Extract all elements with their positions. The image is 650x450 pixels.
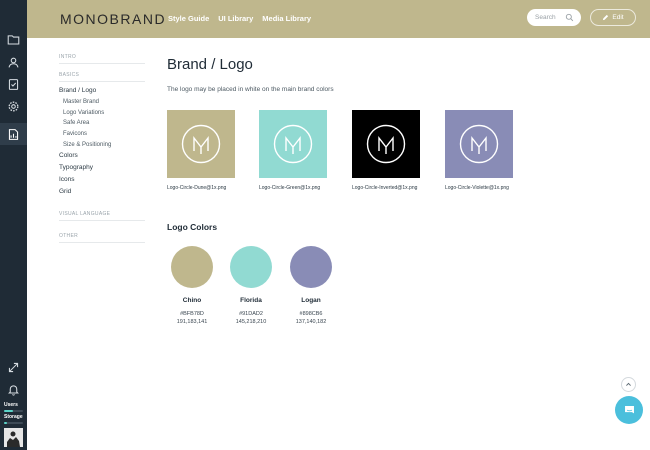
sidebar-item-icons[interactable]: Icons (59, 174, 145, 186)
logo-caption-dune: Logo-Circle-Dune@1x.png (167, 185, 227, 191)
rail-checklist-button[interactable] (0, 73, 27, 95)
sidebar-subitem-size-positioning[interactable]: Size & Positioning (59, 140, 145, 151)
chat-launcher-button[interactable] (615, 396, 643, 424)
storage-progress (4, 422, 23, 424)
color-name-chino: Chino (182, 297, 202, 304)
sidebar-item-typography[interactable]: Typography (59, 162, 145, 174)
rail-expand-button[interactable] (0, 356, 27, 378)
chat-icon (624, 405, 634, 413)
bell-icon (8, 384, 19, 396)
sidebar-subitem-safe-area[interactable]: Safe Area (59, 118, 145, 129)
logo-colors-heading: Logo Colors (167, 222, 218, 232)
sidebar-section-intro[interactable]: INTRO (59, 54, 145, 64)
page-description: The logo may be placed in white on the m… (167, 86, 334, 93)
main-content: Brand / Logo The logo may be placed in w… (167, 0, 637, 450)
color-rgb-chino: 191,183,141 (176, 319, 208, 325)
color-hex-logan: #898CB6 (299, 311, 323, 317)
rail-notifications-button[interactable] (0, 378, 27, 400)
color-swatch-logan[interactable] (290, 246, 332, 288)
color-hex-florida: #91DAD2 (239, 311, 263, 317)
avatar[interactable] (4, 428, 23, 447)
monobrand-logo-icon (366, 124, 406, 164)
storage-label: Storage (4, 414, 23, 420)
users-progress (4, 410, 23, 412)
styleguide-sidebar: INTRO BASICS Brand / Logo Master Brand L… (59, 54, 145, 249)
rail-settings-button[interactable] (0, 95, 27, 117)
logo-card-violette[interactable] (445, 110, 513, 178)
logo-caption-inverted: Logo-Circle-Inverted@1x.png (352, 185, 418, 191)
color-swatch-florida[interactable] (230, 246, 272, 288)
logo-card-green[interactable] (259, 110, 327, 178)
chart-document-icon (8, 128, 19, 140)
app-rail: Users Storage (0, 0, 27, 450)
sidebar-subitem-favicons[interactable]: Favicons (59, 129, 145, 140)
monobrand-logo-icon (273, 124, 313, 164)
monobrand-logo-icon (181, 124, 221, 164)
logo-card-inverted[interactable] (352, 110, 420, 178)
color-name-florida: Florida (240, 297, 262, 304)
rail-styleguide-button[interactable] (0, 123, 27, 145)
color-swatch-chino[interactable] (171, 246, 213, 288)
color-name-logan: Logan (301, 297, 321, 304)
sidebar-subitem-master-brand[interactable]: Master Brand (59, 97, 145, 108)
rail-user-button[interactable] (0, 51, 27, 73)
color-rgb-logan: 137,140,182 (295, 319, 327, 325)
sidebar-section-other[interactable]: OTHER (59, 233, 145, 244)
brand-logo[interactable]: MONOBRAND (60, 11, 166, 27)
logo-card-dune[interactable] (167, 110, 235, 178)
sidebar-section-basics[interactable]: BASICS (59, 72, 145, 82)
users-label: Users (4, 402, 18, 408)
sidebar-item-brand-logo[interactable]: Brand / Logo (59, 85, 145, 97)
scroll-to-top-button[interactable] (621, 377, 636, 392)
logo-caption-violette: Logo-Circle-Violette@1x.png (445, 185, 509, 191)
color-rgb-florida: 145,218,210 (235, 319, 267, 325)
user-icon (8, 57, 19, 68)
gear-icon (8, 101, 19, 111)
expand-icon (8, 362, 19, 372)
rail-folder-button[interactable] (0, 28, 27, 50)
page-title: Brand / Logo (167, 56, 253, 73)
sidebar-section-visual-language[interactable]: VISUAL LANGUAGE (59, 211, 145, 222)
sidebar-subitem-logo-variations[interactable]: Logo Variations (59, 108, 145, 119)
chevron-up-icon (626, 382, 631, 386)
sidebar-item-grid[interactable]: Grid (59, 186, 145, 198)
folder-icon (7, 34, 20, 44)
monobrand-logo-icon (459, 124, 499, 164)
sidebar-item-colors[interactable]: Colors (59, 150, 145, 162)
logo-caption-green: Logo-Circle-Green@1x.png (259, 185, 321, 191)
color-hex-chino: #BFB78D (180, 311, 204, 317)
checklist-icon (8, 78, 19, 90)
